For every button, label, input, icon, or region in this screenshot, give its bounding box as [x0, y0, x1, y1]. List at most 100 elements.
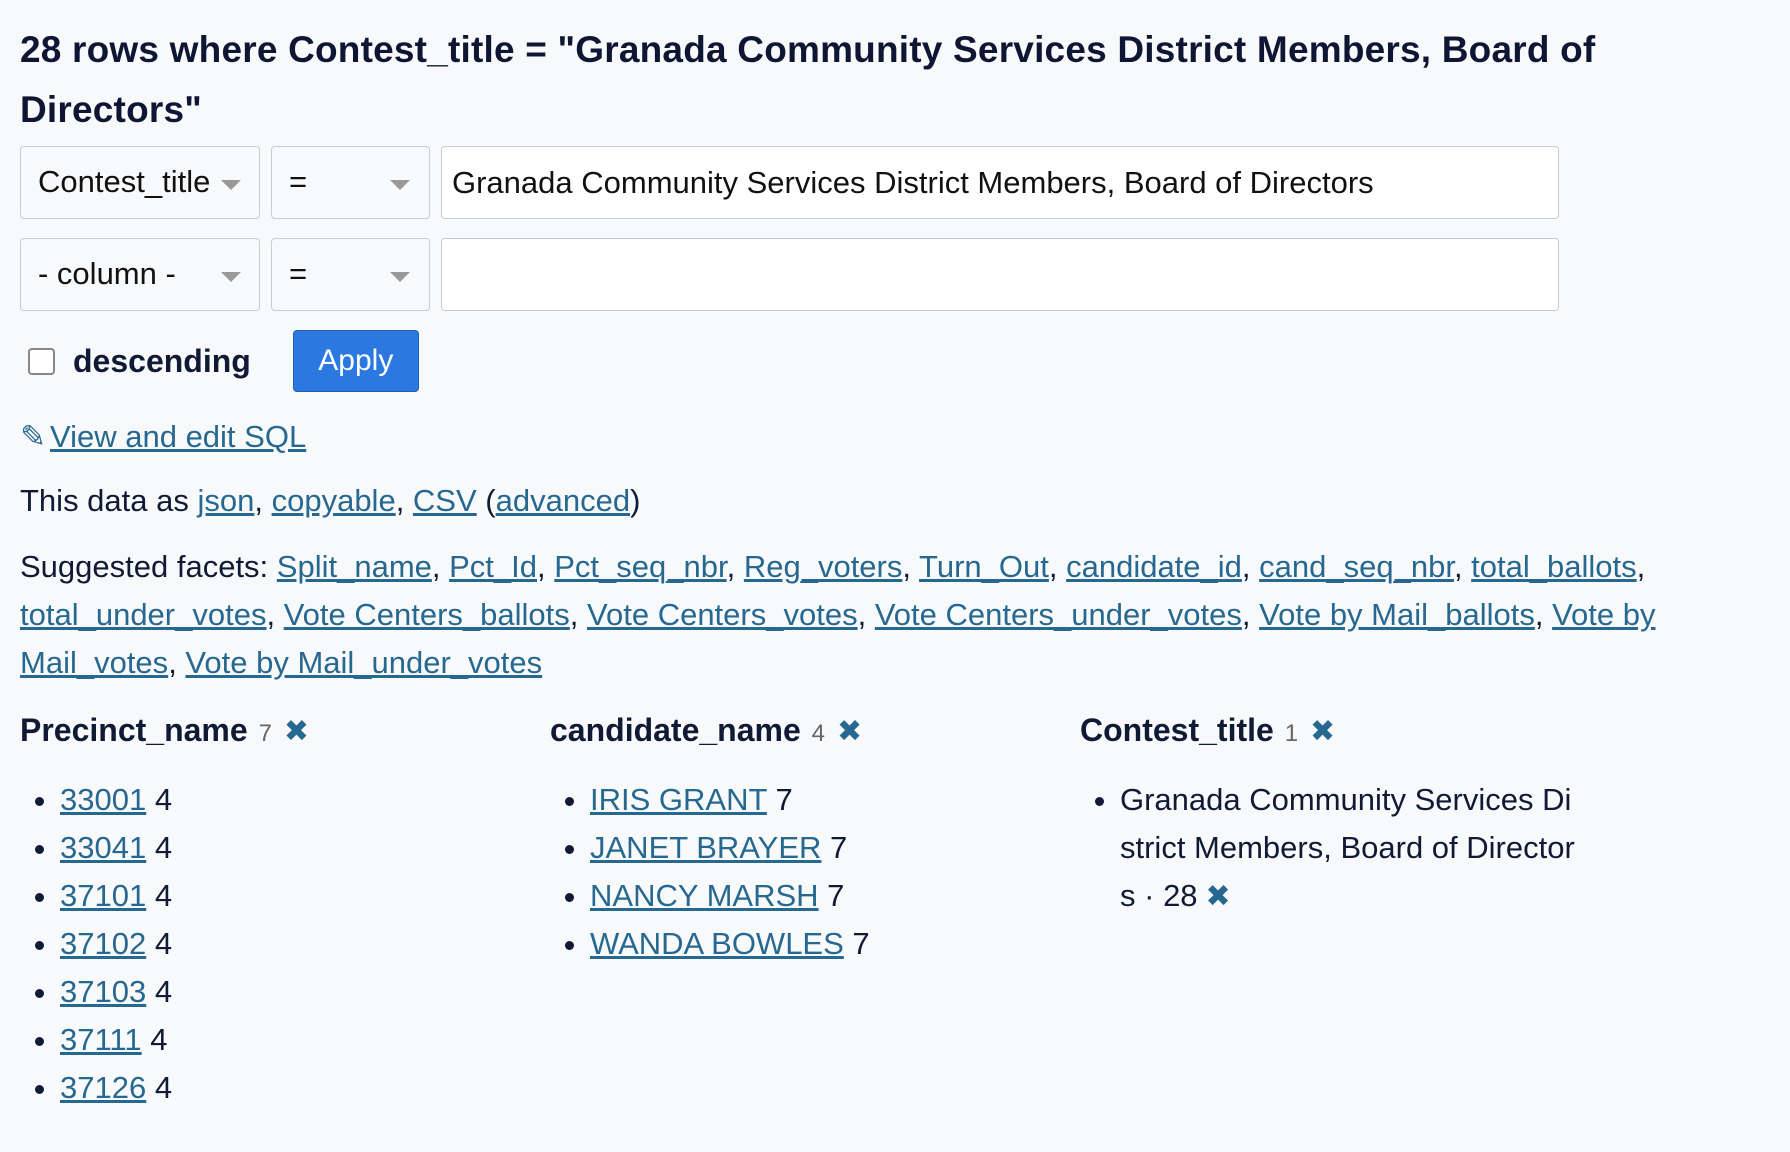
remove-facet-icon[interactable]: ✖ [837, 715, 862, 748]
facet-list: IRIS GRANT 7 JANET BRAYER 7 NANCY MARSH … [550, 776, 1080, 968]
column-select[interactable]: - column - [20, 238, 260, 311]
facet-value-count: 7 [775, 782, 793, 817]
suggested-facet-link[interactable]: Vote by Mail_ballots [1259, 597, 1535, 632]
facet-value-link[interactable]: WANDA BOWLES [590, 926, 844, 961]
suggested-facet-link[interactable]: Split_name [277, 549, 432, 584]
export-prefix: This data as [20, 483, 198, 518]
suggested-facet-link[interactable]: Turn_Out [919, 549, 1049, 584]
facet-heading: Precinct_name 7 ✖ [20, 708, 550, 756]
facet-value-link[interactable]: 37103 [60, 974, 146, 1009]
facet-count: 4 [811, 720, 826, 747]
facet-value-count: 28 [1163, 878, 1198, 913]
facet-results: Precinct_name 7 ✖ 33001 4 33041 4 37101 4… [20, 708, 1770, 1112]
chevron-down-icon [390, 272, 410, 282]
facet-value-count: 4 [150, 1022, 168, 1057]
suggested-facet-link[interactable]: Reg_voters [744, 549, 903, 584]
list-item: 33041 4 [60, 824, 550, 872]
facet-list: 33001 4 33041 4 37101 4 37102 4 37103 4 … [20, 776, 550, 1112]
suggested-facet-link[interactable]: total_under_votes [20, 597, 266, 632]
export-links: This data as json, copyable, CSV (advanc… [20, 483, 641, 518]
list-item: JANET BRAYER 7 [590, 824, 1080, 872]
facet-value-count: 4 [154, 782, 173, 817]
facet-heading: candidate_name 4 ✖ [550, 708, 1080, 756]
suggested-facet-link[interactable]: Pct_Id [449, 549, 537, 584]
facet-heading: Contest_title 1 ✖ [1080, 708, 1610, 756]
facet-value-link[interactable]: JANET BRAYER [590, 830, 821, 865]
facet-value-link[interactable]: IRIS GRANT [590, 782, 767, 817]
facet-list: Granada Community Services District Memb… [1080, 776, 1610, 921]
facet-value-count: 4 [154, 830, 173, 865]
copyable-link[interactable]: copyable [272, 483, 396, 518]
facet-value-link[interactable]: 33041 [60, 830, 146, 865]
pencil-icon: ✎ [20, 419, 46, 454]
facet-title: Contest_title [1080, 712, 1274, 748]
facet-value-count: 4 [154, 1070, 173, 1105]
list-item: 37102 4 [60, 920, 550, 968]
page-title: 28 rows where Contest_title = "Granada C… [20, 29, 1596, 130]
list-item: 37101 4 [60, 872, 550, 920]
advanced-link[interactable]: advanced [496, 483, 630, 518]
list-item: NANCY MARSH 7 [590, 872, 1080, 920]
operator-select[interactable]: = [271, 146, 430, 219]
operator-select[interactable]: = [271, 238, 430, 311]
facet-title: Precinct_name [20, 712, 248, 748]
list-item: WANDA BOWLES 7 [590, 920, 1080, 968]
suggested-facet-link[interactable]: Pct_seq_nbr [554, 549, 726, 584]
facet-title: candidate_name [550, 712, 801, 748]
descending-checkbox[interactable] [28, 347, 55, 375]
remove-facet-value-icon[interactable]: ✖ [1206, 880, 1231, 913]
facet-value-link[interactable]: 33001 [60, 782, 146, 817]
facet-count: 1 [1284, 720, 1299, 747]
chevron-down-icon [390, 180, 410, 190]
facet-value-count: 4 [154, 974, 173, 1009]
facet-value-link[interactable]: 37102 [60, 926, 146, 961]
suggested-facet-link[interactable]: cand_seq_nbr [1259, 549, 1454, 584]
facet-count: 7 [258, 720, 272, 747]
remove-facet-icon[interactable]: ✖ [1310, 715, 1335, 748]
facet-value-count: 7 [827, 878, 845, 913]
facet-value-link[interactable]: 37126 [60, 1070, 146, 1105]
suggested-facets: Suggested facets: Split_name, Pct_Id, Pc… [20, 549, 1656, 680]
descending-label: descending [73, 342, 251, 379]
facet-value-count: 4 [154, 878, 173, 913]
column-select-value: - column - [38, 256, 176, 291]
apply-button[interactable]: Apply [292, 330, 419, 392]
sql-link-row: ✎ View and edit SQL [20, 416, 1770, 458]
suggested-facet-link[interactable]: Vote Centers_under_votes [875, 597, 1242, 632]
suggested-facet-link[interactable]: Vote Centers_votes [587, 597, 858, 632]
sort-options: descending Apply [20, 330, 1770, 392]
list-item: 37103 4 [60, 968, 550, 1016]
facet-value-link[interactable]: NANCY MARSH [590, 878, 819, 913]
list-item: 33001 4 [60, 776, 550, 824]
column-select[interactable]: Contest_title [20, 146, 260, 219]
csv-link[interactable]: CSV [413, 483, 477, 518]
suggested-facet-link[interactable]: Vote by Mail_under_votes [185, 645, 542, 680]
list-item: 37111 4 [60, 1016, 550, 1064]
facet-contest-title: Contest_title 1 ✖ Granada Community Servi… [1080, 708, 1610, 1112]
json-link[interactable]: json [197, 483, 254, 518]
filter-row-1: Contest_title = [20, 146, 1770, 219]
suggested-facet-link[interactable]: Vote Centers_ballots [284, 597, 570, 632]
column-select-value: Contest_title [38, 164, 211, 199]
operator-select-value: = [289, 164, 308, 199]
facet-value-link[interactable]: 37111 [60, 1022, 142, 1057]
filter-value-input[interactable] [441, 238, 1559, 311]
facet-candidate-name: candidate_name 4 ✖ IRIS GRANT 7 JANET BRA… [550, 708, 1080, 1112]
filter-value-input[interactable] [441, 146, 1559, 219]
facet-value-link[interactable]: 37101 [60, 878, 146, 913]
filter-row-2: - column - = [20, 238, 1770, 311]
list-item: 37126 4 [60, 1064, 550, 1112]
facet-value-count: 7 [852, 926, 870, 961]
suggested-facet-link[interactable]: candidate_id [1066, 549, 1242, 584]
suggested-facets-label: Suggested facets: [20, 549, 269, 584]
suggested-facet-link[interactable]: total_ballots [1471, 549, 1636, 584]
remove-facet-icon[interactable]: ✖ [284, 715, 309, 748]
operator-select-value: = [289, 256, 308, 291]
facet-value-count: 4 [154, 926, 173, 961]
view-edit-sql-link[interactable]: View and edit SQL [50, 419, 306, 454]
chevron-down-icon [221, 180, 241, 190]
page: 28 rows where Contest_title = "Granada C… [0, 0, 1790, 1112]
facet-precinct-name: Precinct_name 7 ✖ 33001 4 33041 4 37101 4… [20, 708, 550, 1112]
list-item: IRIS GRANT 7 [590, 776, 1080, 824]
list-item-selected: Granada Community Services District Memb… [1120, 776, 1580, 921]
